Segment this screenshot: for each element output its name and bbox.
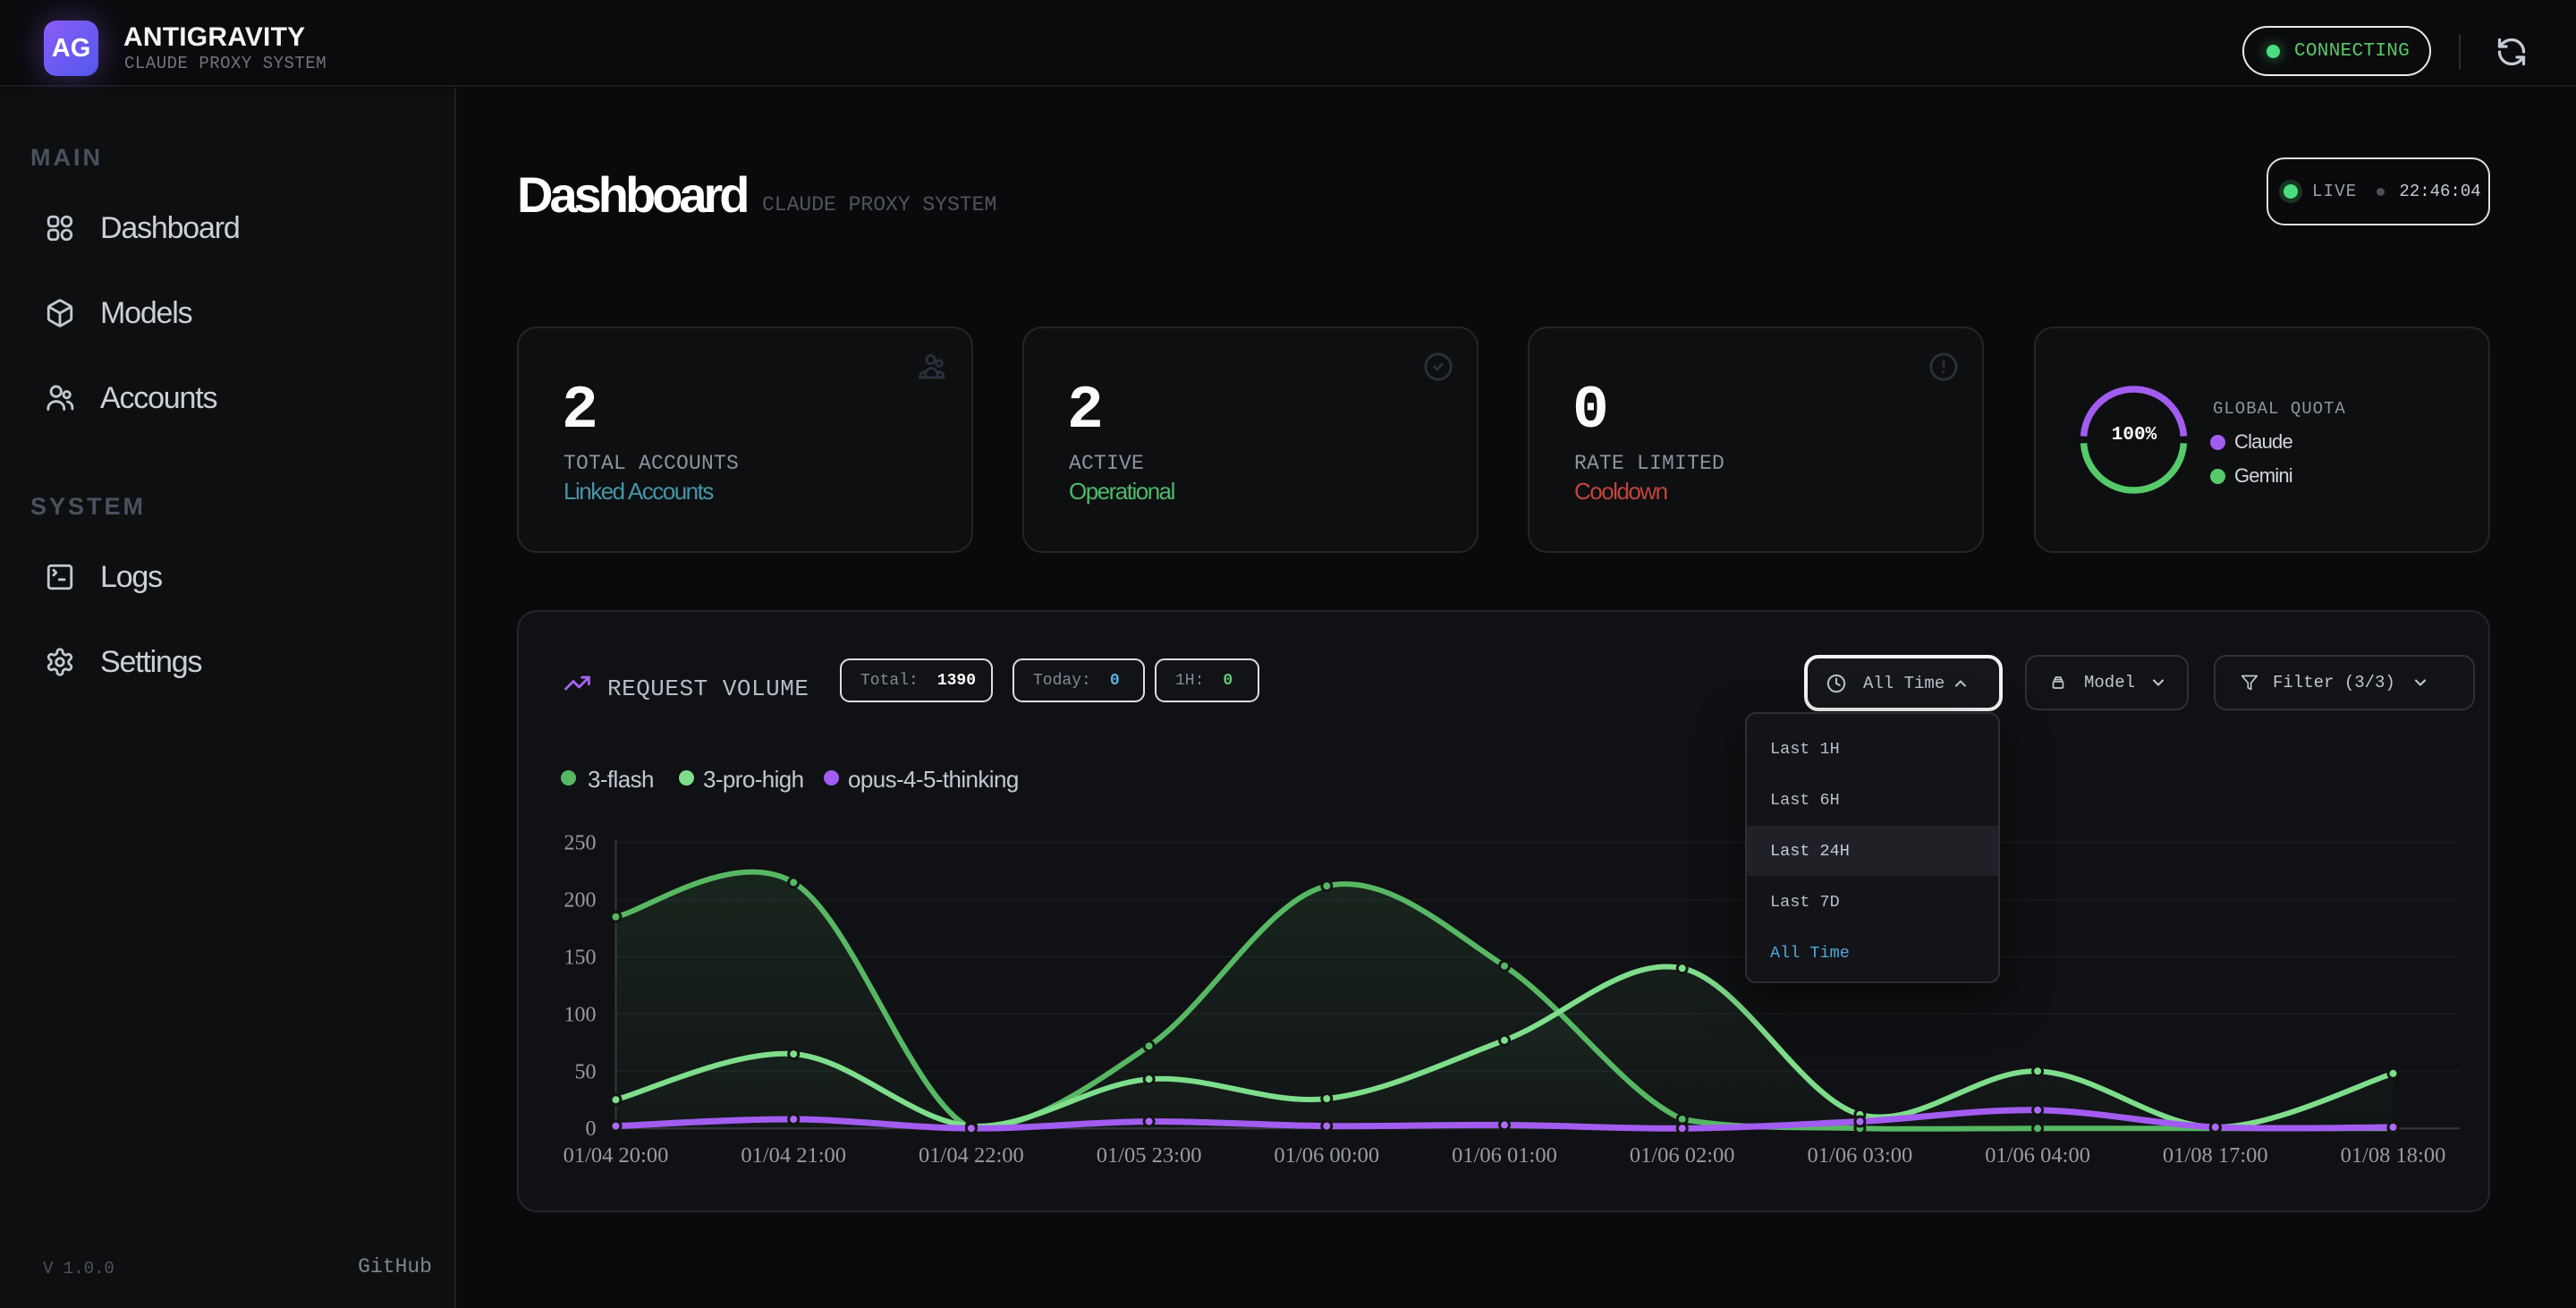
svg-text:01/04 20:00: 01/04 20:00 (564, 1143, 669, 1168)
svg-text:250: 250 (564, 832, 597, 855)
svg-text:50: 50 (575, 1060, 597, 1083)
svg-text:01/05 23:00: 01/05 23:00 (1097, 1143, 1202, 1168)
svg-text:0: 0 (586, 1117, 597, 1141)
svg-text:01/08 18:00: 01/08 18:00 (2341, 1143, 2446, 1168)
svg-text:100: 100 (564, 1003, 597, 1026)
svg-text:01/06 01:00: 01/06 01:00 (1452, 1143, 1557, 1168)
svg-text:01/08 17:00: 01/08 17:00 (2163, 1143, 2268, 1168)
svg-text:200: 200 (564, 889, 597, 913)
svg-text:01/04 21:00: 01/04 21:00 (741, 1143, 846, 1168)
svg-text:01/06 03:00: 01/06 03:00 (1808, 1143, 1913, 1168)
svg-text:01/04 22:00: 01/04 22:00 (919, 1143, 1024, 1168)
svg-text:01/06 04:00: 01/06 04:00 (1985, 1143, 2090, 1168)
svg-text:150: 150 (564, 947, 597, 970)
svg-text:01/06 02:00: 01/06 02:00 (1630, 1143, 1735, 1168)
svg-text:01/06 00:00: 01/06 00:00 (1274, 1143, 1379, 1168)
